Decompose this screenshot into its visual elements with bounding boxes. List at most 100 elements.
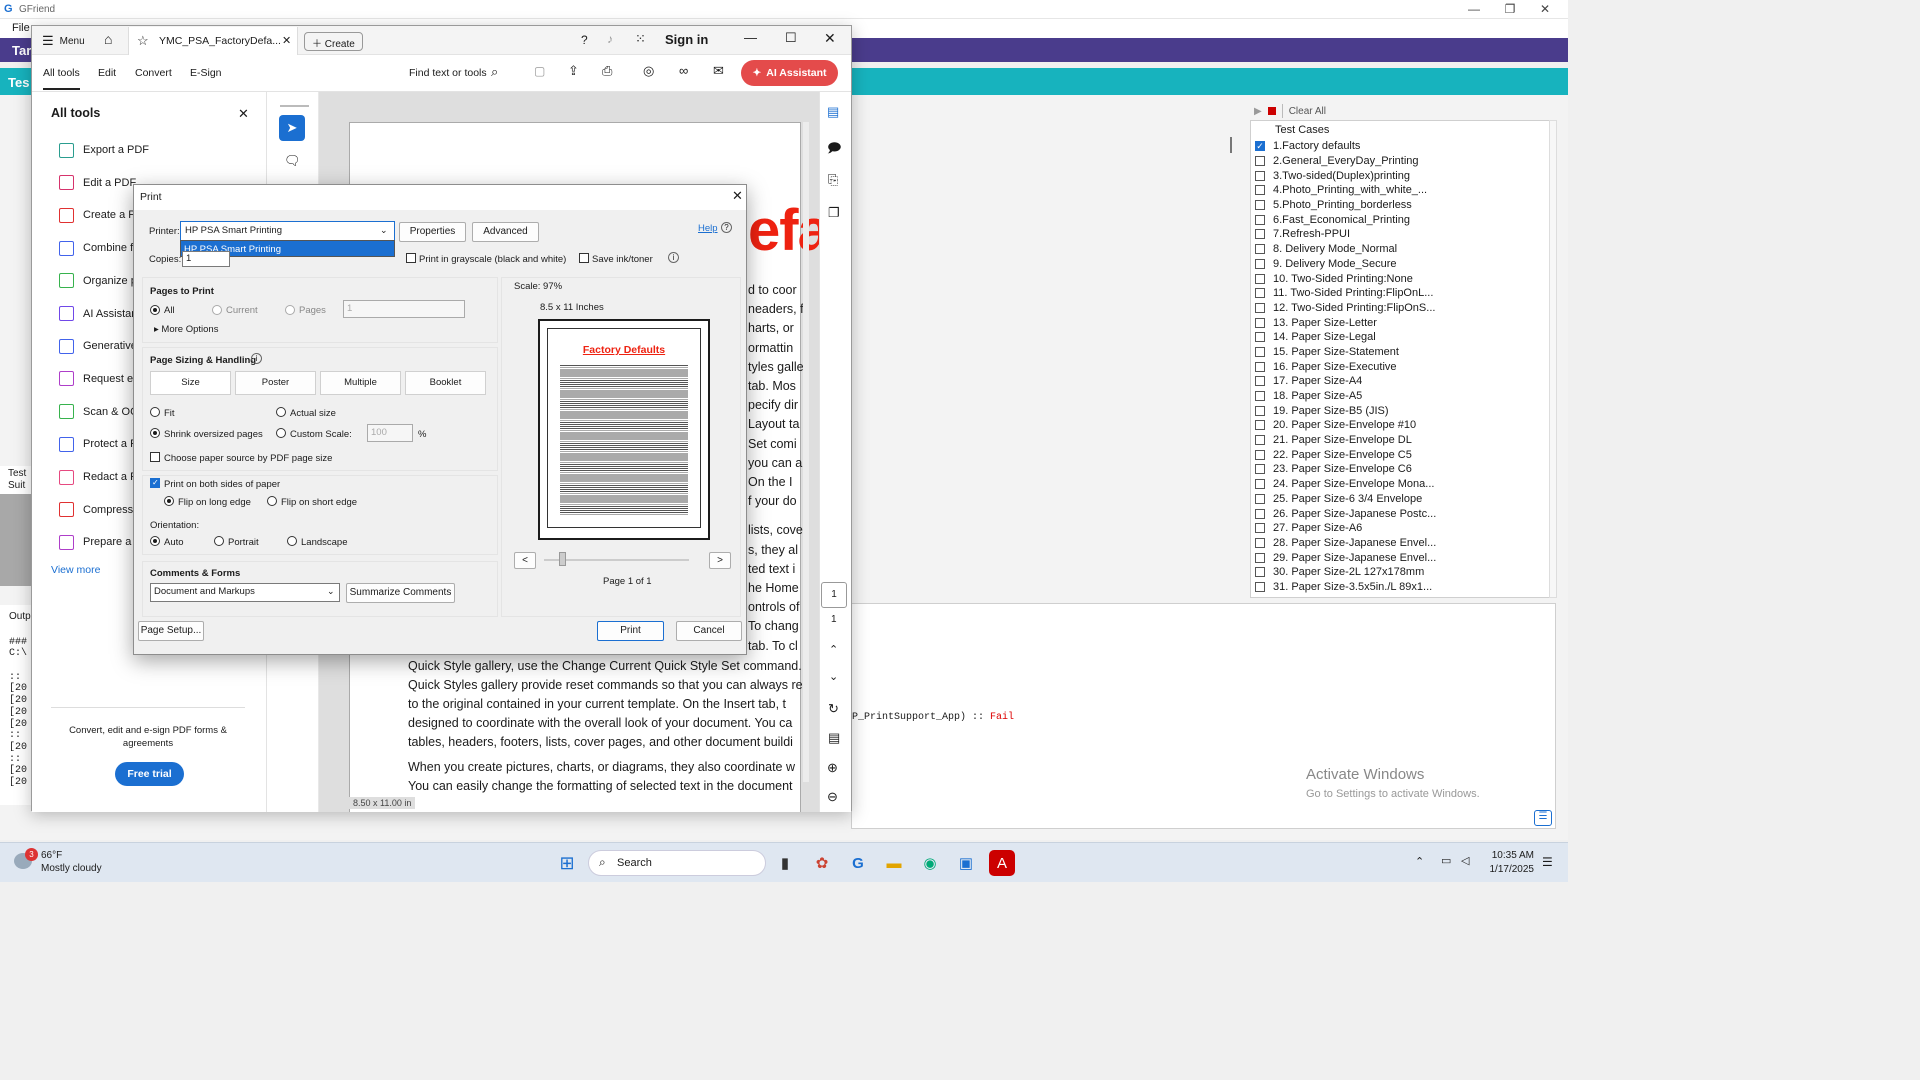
gfriend-icon[interactable]: G [845,850,871,876]
menu-button[interactable]: ☰ Menu [42,33,85,49]
tool-item[interactable]: Generative [59,336,137,356]
test-case-item[interactable]: 9. Delivery Mode_Secure [1251,257,1549,272]
windows-start-icon[interactable]: ⊞ [554,850,580,876]
test-case-checkbox[interactable] [1255,229,1265,240]
test-case-checkbox[interactable] [1255,273,1265,284]
close-button[interactable]: ✕ [1522,0,1568,19]
tool-item[interactable]: Create a PI [59,205,139,225]
pages-range-input[interactable]: 1 [343,300,465,318]
document-tab[interactable]: ☆ YMC_PSA_FactoryDefa... ✕ [128,27,298,55]
test-case-checkbox[interactable] [1255,405,1265,416]
create-button[interactable]: ＋ Create [304,32,363,51]
view-more-link[interactable]: View more [51,564,100,576]
radio-all[interactable] [150,305,160,315]
mail-icon[interactable]: ✉ [713,63,724,79]
test-case-checkbox[interactable] [1255,493,1265,504]
test-case-checkbox[interactable] [1255,332,1265,343]
test-case-item[interactable]: 13. Paper Size-Letter [1251,315,1549,330]
chevron-up-icon[interactable]: ⌃ [1415,855,1424,868]
test-case-item[interactable]: 7.Refresh-PPUI [1251,227,1549,242]
file-explorer-icon[interactable]: ▬ [881,850,907,876]
tc-scrollbar[interactable] [1549,120,1557,598]
page-fit-icon[interactable]: ▤ [828,730,840,746]
rotate-icon[interactable]: ↻ [828,701,839,717]
both-sides-checkbox[interactable] [150,478,160,488]
task-view-icon[interactable]: ▮ [772,850,798,876]
pages-icon[interactable]: ❐ [828,205,840,221]
test-case-checkbox[interactable] [1255,185,1265,196]
print-button[interactable]: Print [597,621,664,641]
acrobat-taskbar-icon[interactable]: A [989,850,1015,876]
test-case-checkbox[interactable] [1255,567,1265,578]
apps-grid-icon[interactable]: ⁙ [635,31,646,47]
test-case-item[interactable]: ✓ 1.Factory defaults [1251,139,1549,154]
notification-icon[interactable]: ☰ [1542,855,1553,869]
bell-icon[interactable]: ♪ [607,32,613,46]
test-case-item[interactable]: 4.Photo_Printing_with_white_... [1251,183,1549,198]
test-case-checkbox[interactable] [1255,302,1265,313]
tool-item[interactable]: Organize p [59,271,137,291]
test-case-item[interactable]: 29. Paper Size-Japanese Envel... [1251,550,1549,565]
test-case-item[interactable]: 24. Paper Size-Envelope Mona... [1251,477,1549,492]
more-options-toggle[interactable]: ▸ More Options [154,324,218,335]
star-icon[interactable]: ☆ [137,33,149,49]
tool-item[interactable]: Request e- [59,369,137,389]
stop-icon[interactable] [1267,107,1276,115]
test-case-item[interactable]: 26. Paper Size-Japanese Postc... [1251,506,1549,521]
test-case-item[interactable]: 11. Two-Sided Printing:FlipOnL... [1251,286,1549,301]
ai-summary-icon[interactable]: ▤ [827,104,839,120]
free-trial-button[interactable]: Free trial [115,762,184,786]
nav-edit[interactable]: Edit [98,67,116,79]
radio-auto[interactable] [150,536,160,546]
test-case-checkbox[interactable] [1255,435,1265,446]
test-case-item[interactable]: 10. Two-Sided Printing:None [1251,271,1549,286]
test-case-checkbox[interactable] [1255,464,1265,475]
preview-slider-thumb[interactable] [559,552,566,566]
multiple-tab[interactable]: Multiple [320,371,401,395]
radio-current[interactable] [212,305,222,315]
test-case-item[interactable]: 5.Photo_Printing_borderless [1251,198,1549,213]
radio-flip-short[interactable] [267,496,277,506]
home-icon[interactable]: ⌂ [104,31,112,47]
upload-icon[interactable]: ⇪ [568,63,579,79]
clock-date[interactable]: 1/17/2025 [1486,864,1535,875]
link-icon[interactable]: ∞ [679,63,688,78]
test-case-checkbox[interactable] [1255,523,1265,534]
test-case-checkbox[interactable] [1255,552,1265,563]
menu-file[interactable]: File [12,22,30,34]
tool-item[interactable]: Export a PDF [59,140,149,160]
test-case-item[interactable]: 22. Paper Size-Envelope C5 [1251,447,1549,462]
tool-item[interactable]: AI Assistant [59,304,140,324]
test-case-checkbox[interactable] [1255,288,1265,299]
save-ink-checkbox[interactable] [579,253,589,263]
test-case-checkbox[interactable] [1255,170,1265,181]
test-case-item[interactable]: 3.Two-sided(Duplex)printing [1251,168,1549,183]
display-icon[interactable]: ▭ [1441,854,1451,867]
radio-shrink[interactable] [150,428,160,438]
printer-icon[interactable]: ⎙ [602,63,612,79]
edge-icon[interactable]: ◉ [917,850,943,876]
size-tab[interactable]: Size [150,371,231,395]
tool-item[interactable]: Protect a P [59,434,137,454]
list-icon[interactable]: ☰ [1534,810,1552,826]
select-tool-icon[interactable]: ➤ [279,115,305,141]
test-case-checkbox[interactable] [1255,449,1265,460]
info-icon[interactable]: i [668,252,679,263]
zoom-out-icon[interactable]: ⊖ [827,789,838,805]
taskbar-search[interactable]: ⌕ Search [588,850,766,876]
radio-pages[interactable] [285,305,295,315]
splitter-handle[interactable] [1230,137,1232,153]
test-case-item[interactable]: 2.General_EveryDay_Printing [1251,154,1549,169]
store-icon[interactable]: ▣ [953,850,979,876]
page-down-icon[interactable]: ⌄ [829,670,838,683]
summarize-comments-button[interactable]: Summarize Comments [346,583,455,603]
tool-item[interactable]: Edit a PDF [59,173,136,193]
close-tab-icon[interactable]: ✕ [282,34,291,47]
test-case-checkbox[interactable] [1255,361,1265,372]
acro-close-button[interactable]: ✕ [824,30,836,47]
test-case-checkbox[interactable] [1255,479,1265,490]
test-case-item[interactable]: 31. Paper Size-3.5x5in./L 89x1... [1251,580,1549,595]
copilot-icon[interactable]: ✿ [809,850,835,876]
test-case-checkbox[interactable] [1255,317,1265,328]
test-case-item[interactable]: 19. Paper Size-B5 (JIS) [1251,403,1549,418]
